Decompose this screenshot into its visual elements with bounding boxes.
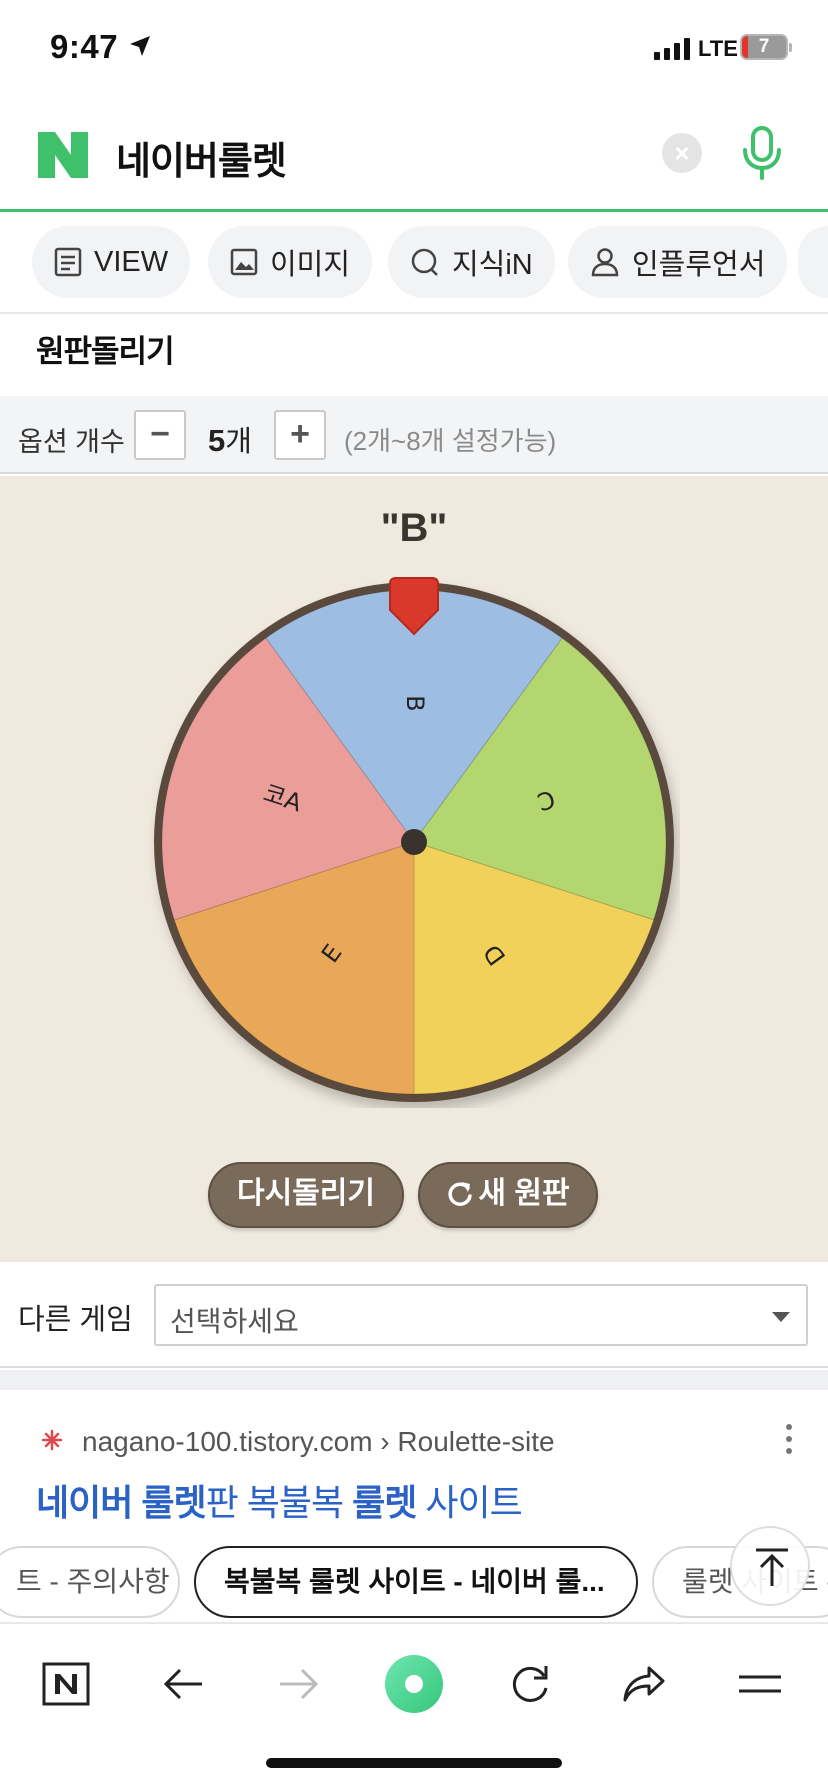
tab-view[interactable]: VIEW: [32, 226, 191, 298]
option-count-row: 옵션 개수 − 5개 + (2개~8개 설정가능): [0, 396, 828, 474]
microphone-icon[interactable]: [740, 126, 784, 180]
tab-label: 지식iN: [452, 249, 533, 281]
search-header: 네이버룰렛 ×: [0, 100, 828, 212]
clear-search-button[interactable]: ×: [662, 133, 702, 173]
tab-label: 이미지: [270, 249, 351, 281]
forward-arrow-icon[interactable]: [268, 1654, 328, 1714]
tab-images[interactable]: 이미지: [208, 226, 373, 298]
result-text: "B": [380, 506, 448, 550]
title-part: 사이트: [416, 1482, 522, 1523]
green-dot-icon[interactable]: [384, 1654, 444, 1714]
decrease-button[interactable]: −: [134, 410, 186, 460]
battery-icon: 7: [740, 34, 792, 60]
search-tabs: VIEW 이미지 지식iN 인플루언서: [0, 226, 828, 298]
signal-icon: [654, 38, 690, 60]
title-part: 네이버 룰렛: [36, 1482, 207, 1523]
chevron-down-icon: [772, 1312, 790, 1322]
title-part: 룰렛: [352, 1482, 417, 1523]
related-chip[interactable]: 트 - 주의사항: [0, 1546, 180, 1618]
new-wheel-button[interactable]: 새 원판: [418, 1162, 598, 1228]
roulette-area: "B" B C D E 코A 다시돌리기 새 원판: [0, 476, 828, 1262]
more-options-icon[interactable]: [786, 1424, 792, 1460]
image-icon: [230, 248, 258, 276]
scroll-to-top-button[interactable]: [730, 1526, 810, 1606]
option-count-label: 옵션 개수: [18, 427, 125, 457]
tab-influencer[interactable]: 인플루언서: [568, 226, 788, 298]
tab-label: VIEW: [94, 245, 169, 278]
tab-label: 인플루언서: [632, 249, 766, 281]
network-type: LTE: [698, 36, 738, 61]
speech-bubble-icon: [411, 248, 438, 276]
search-input[interactable]: 네이버룰렛: [116, 130, 287, 185]
tab-more[interactable]: [798, 226, 828, 298]
option-count-value: 5개: [208, 418, 252, 460]
tab-kin[interactable]: 지식iN: [388, 226, 555, 298]
range-hint: (2개~8개 설정가능): [344, 426, 557, 456]
result-title[interactable]: 네이버 룰렛판 복불복 룰렛 사이트: [36, 1474, 523, 1526]
document-icon: [54, 247, 82, 277]
select-value: 선택하세요: [170, 1306, 299, 1337]
share-icon[interactable]: [614, 1654, 674, 1714]
divider: [0, 312, 828, 314]
title-part: 판 복불복: [205, 1482, 353, 1523]
increase-button[interactable]: +: [274, 410, 326, 460]
site-favicon-icon: [41, 1429, 63, 1451]
other-game-label: 다른 게임: [18, 1304, 133, 1336]
respin-button[interactable]: 다시돌리기: [208, 1162, 404, 1228]
other-game-row: 다른 게임 선택하세요: [0, 1262, 828, 1368]
battery-level: 7: [758, 36, 770, 57]
new-wheel-label: 새 원판: [478, 1177, 570, 1210]
game-select[interactable]: 선택하세요: [154, 1284, 808, 1346]
arrow-up-icon: [756, 1548, 788, 1586]
home-indicator: [266, 1758, 562, 1768]
count-unit: 개: [225, 426, 252, 458]
location-arrow-icon: [128, 34, 152, 63]
result-breadcrumb[interactable]: nagano-100.tistory.com › Roulette-site: [82, 1426, 555, 1458]
back-arrow-icon[interactable]: [154, 1654, 214, 1714]
search-result: nagano-100.tistory.com › Roulette-site 네…: [0, 1390, 828, 1640]
person-icon: [591, 248, 619, 277]
status-bar: 9:47 LTE 7: [0, 0, 828, 100]
wheel-hub: [401, 829, 427, 855]
status-time: 9:47: [50, 28, 119, 65]
roulette-wheel[interactable]: BCDE코A: [148, 576, 680, 1108]
related-chip-active[interactable]: 복불복 룰렛 사이트 - 네이버 룰...: [194, 1546, 638, 1618]
naver-logo-icon[interactable]: [38, 132, 88, 178]
section-gap: [0, 1370, 828, 1390]
wheel-segment-label: B: [401, 695, 429, 711]
count-number: 5: [208, 423, 226, 458]
naver-home-icon[interactable]: [36, 1654, 96, 1714]
page-title: 원판돌리기: [36, 334, 175, 369]
menu-icon[interactable]: [730, 1654, 790, 1714]
refresh-icon: [448, 1182, 473, 1206]
refresh-icon[interactable]: [500, 1654, 560, 1714]
